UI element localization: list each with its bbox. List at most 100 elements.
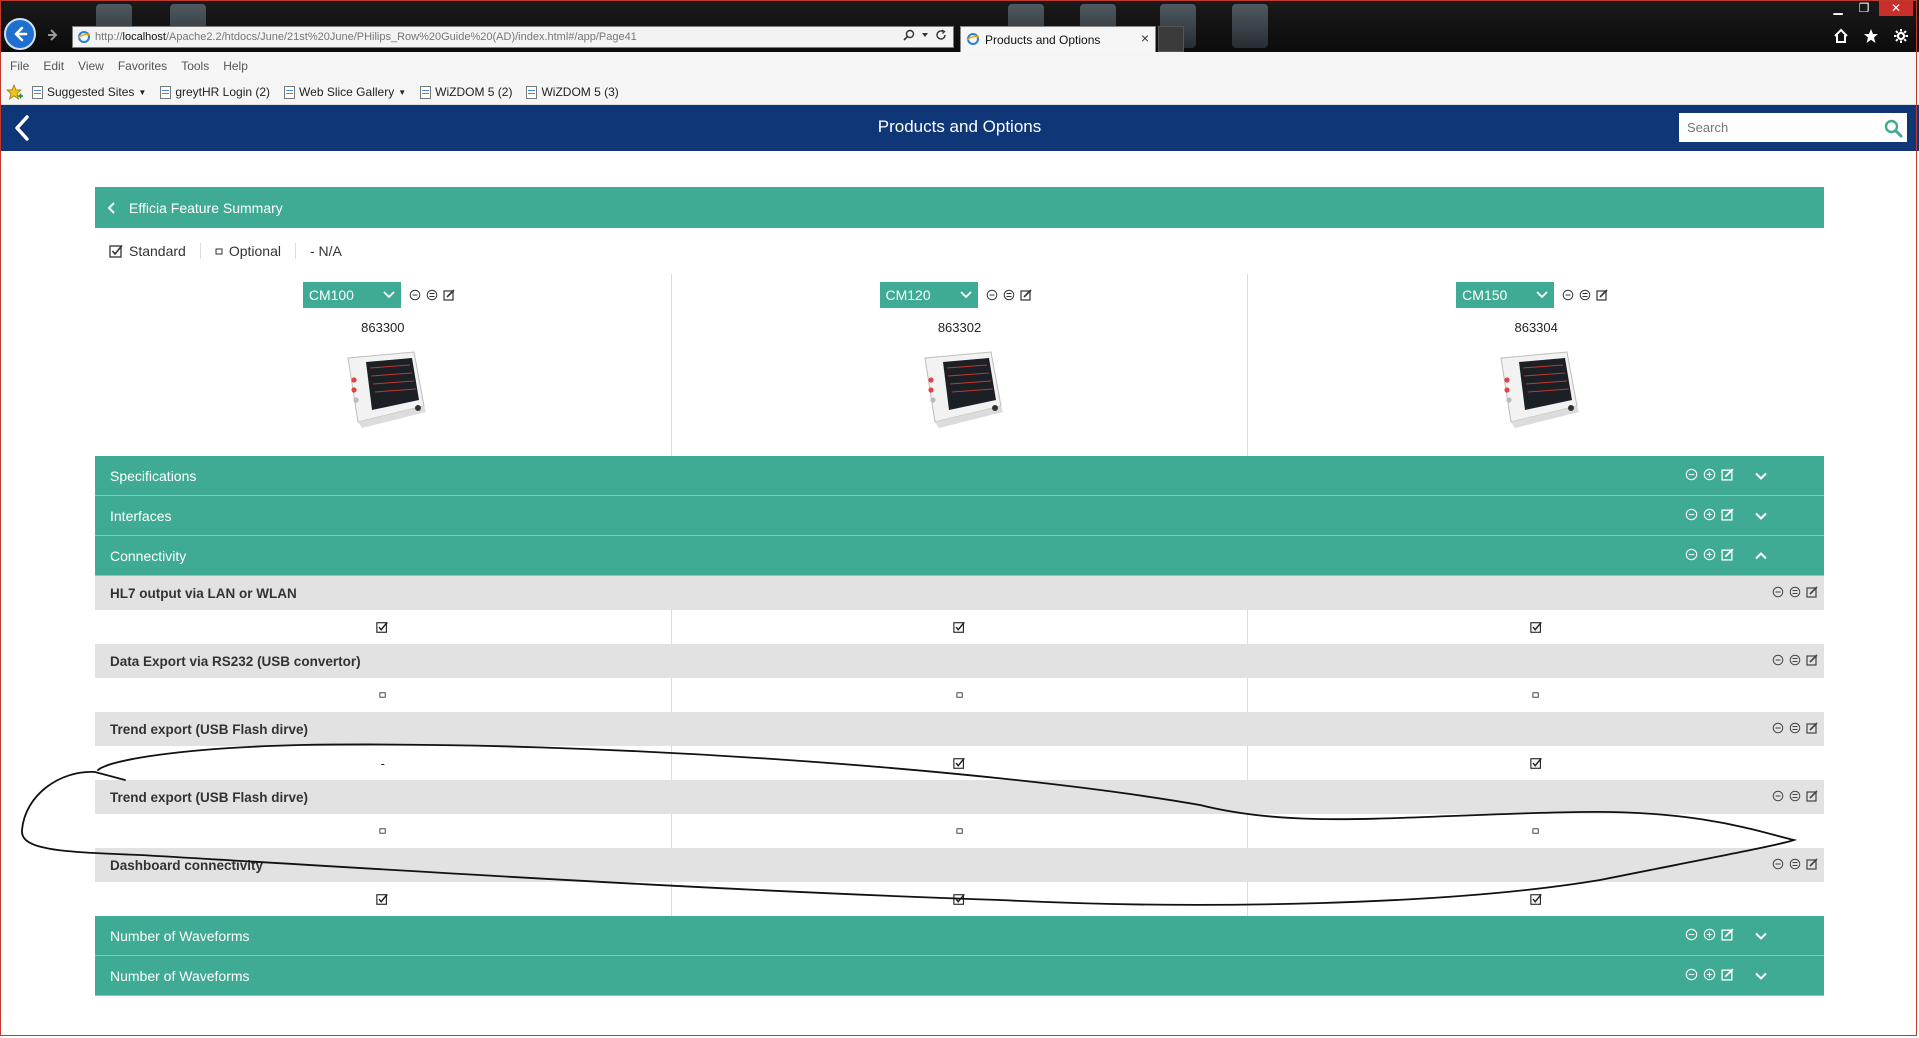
collapse-circle-icon[interactable] (1772, 654, 1784, 666)
model-select[interactable]: CM100 (302, 282, 401, 308)
section-connectivity[interactable]: Connectivity (95, 536, 1824, 576)
edit-icon[interactable] (1806, 722, 1818, 734)
feature-actions (1772, 790, 1818, 802)
edit-icon[interactable] (1721, 548, 1734, 561)
section-number-of-waveforms[interactable]: Number of Waveforms (95, 956, 1824, 996)
collapse-circle-icon[interactable] (1772, 722, 1784, 734)
checkbox-checked-icon (1529, 893, 1542, 905)
chevron-down-icon[interactable] (1754, 509, 1768, 523)
edit-icon[interactable] (1019, 289, 1032, 301)
expand-circle-icon[interactable] (1789, 654, 1801, 666)
section-label: Specifications (110, 467, 197, 484)
fav-web-slice-gallery[interactable]: Web Slice Gallery ▼ (284, 85, 406, 99)
section-specifications[interactable]: Specifications (95, 456, 1824, 496)
collapse-circle-icon[interactable] (1772, 586, 1784, 598)
menu-file[interactable]: File (10, 59, 29, 73)
fav-greythr-login[interactable]: greytHR Login (2) (160, 85, 270, 99)
edit-icon[interactable] (1596, 289, 1608, 301)
fav-wizdom-3[interactable]: WiZDOM 5 (3) (526, 85, 619, 99)
collapse-circle-icon[interactable] (1685, 928, 1698, 941)
chevron-down-icon[interactable] (1754, 969, 1768, 983)
ie-page-icon (77, 31, 91, 43)
restore-button[interactable]: ❐ (1853, 0, 1875, 16)
expand-circle-icon[interactable] (1703, 548, 1716, 561)
refresh-icon[interactable] (935, 29, 947, 41)
legend: Standard Optional - N/A (95, 228, 1824, 274)
edit-icon[interactable] (1806, 654, 1818, 666)
edit-icon[interactable] (1721, 968, 1734, 981)
feature-name: Dashboard connectivity (110, 857, 264, 873)
edit-icon[interactable] (1721, 468, 1734, 481)
edit-icon[interactable] (1806, 858, 1818, 870)
edit-icon[interactable] (443, 289, 455, 301)
dropdown-icon[interactable] (921, 31, 929, 39)
expand-circle-icon[interactable] (1703, 468, 1716, 481)
collapse-circle-icon[interactable] (1562, 289, 1574, 301)
model-select[interactable]: CM120 (879, 282, 978, 308)
menu-favorites[interactable]: Favorites (118, 59, 167, 73)
close-window-button[interactable]: ✕ (1879, 0, 1913, 16)
expand-circle-icon[interactable] (1789, 790, 1801, 802)
model-select[interactable]: CM150 (1456, 282, 1555, 308)
address-bar[interactable]: http://localhost/Apache2.2/htdocs/June/2… (72, 26, 954, 48)
expand-circle-icon[interactable] (1003, 289, 1015, 301)
feature-header: Data Export via RS232 (USB convertor) (95, 644, 1824, 678)
expand-circle-icon[interactable] (1789, 586, 1801, 598)
edit-icon[interactable] (1721, 928, 1734, 941)
menu-view[interactable]: View (78, 59, 104, 73)
fav-label: Suggested Sites (47, 85, 135, 99)
menu-tools[interactable]: Tools (181, 59, 209, 73)
summary-header[interactable]: Efficia Feature Summary (95, 187, 1824, 228)
chevron-down-icon[interactable] (1754, 929, 1768, 943)
expand-circle-icon[interactable] (426, 289, 438, 301)
browser-tab[interactable]: Products and Options × (960, 26, 1156, 52)
collapse-circle-icon[interactable] (409, 289, 421, 301)
edit-icon[interactable] (1806, 586, 1818, 598)
collapse-circle-icon[interactable] (1772, 858, 1784, 870)
chevron-up-icon[interactable] (1754, 549, 1768, 563)
search-field[interactable] (1679, 113, 1907, 142)
collapse-circle-icon[interactable] (1685, 508, 1698, 521)
new-tab-button[interactable] (1158, 26, 1184, 52)
expand-circle-icon[interactable] (1703, 928, 1716, 941)
menu-edit[interactable]: Edit (43, 59, 64, 73)
feature-header: Dashboard connectivity (95, 848, 1824, 882)
fav-suggested-sites[interactable]: Suggested Sites ▼ (32, 85, 146, 99)
browser-back-button[interactable] (4, 18, 36, 50)
collapse-circle-icon[interactable] (986, 289, 998, 301)
section-label: Number of Waveforms (110, 967, 250, 984)
collapse-circle-icon[interactable] (1685, 468, 1698, 481)
expand-circle-icon[interactable] (1579, 289, 1591, 301)
collapse-circle-icon[interactable] (1685, 968, 1698, 981)
browser-forward-button[interactable] (42, 24, 64, 46)
favorites-star-icon[interactable] (6, 84, 24, 100)
gear-icon[interactable] (1893, 28, 1909, 44)
model-select-value: CM100 (308, 287, 354, 303)
expand-circle-icon[interactable] (1789, 858, 1801, 870)
section-interfaces[interactable]: Interfaces (95, 496, 1824, 536)
minimize-button[interactable]: ▁ (1827, 0, 1849, 16)
optional-box-icon (379, 692, 386, 698)
expand-circle-icon[interactable] (1789, 722, 1801, 734)
window-controls: ▁ ❐ ✕ (1827, 0, 1913, 16)
search-icon[interactable] (903, 29, 915, 41)
expand-circle-icon[interactable] (1703, 968, 1716, 981)
search-input[interactable] (1685, 119, 1879, 136)
chevron-left-icon[interactable] (107, 201, 117, 215)
menu-help[interactable]: Help (223, 59, 248, 73)
chevron-down-icon[interactable] (1754, 469, 1768, 483)
close-tab-icon[interactable]: × (1141, 30, 1149, 46)
home-icon[interactable] (1833, 28, 1849, 44)
edit-icon[interactable] (1721, 508, 1734, 521)
product-actions (409, 289, 455, 301)
legend-optional-label: Optional (228, 243, 281, 259)
edit-icon[interactable] (1806, 790, 1818, 802)
section-number-of-waveforms[interactable]: Number of Waveforms (95, 916, 1824, 956)
expand-circle-icon[interactable] (1703, 508, 1716, 521)
fav-wizdom-2[interactable]: WiZDOM 5 (2) (420, 85, 512, 99)
optional-box-icon (215, 248, 223, 254)
search-icon[interactable] (1883, 118, 1903, 138)
collapse-circle-icon[interactable] (1685, 548, 1698, 561)
collapse-circle-icon[interactable] (1772, 790, 1784, 802)
star-icon[interactable] (1863, 28, 1879, 44)
